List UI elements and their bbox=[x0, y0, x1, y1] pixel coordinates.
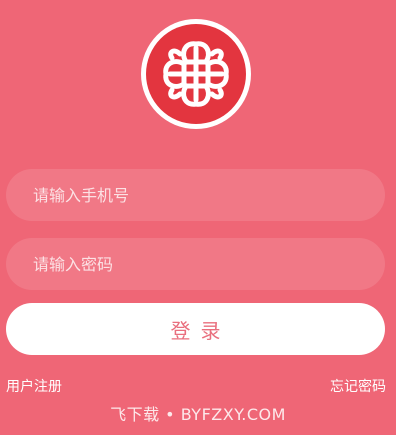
register-link[interactable]: 用户注册 bbox=[6, 376, 62, 396]
watermark-text: 飞下载 • BYFZXY.COM bbox=[110, 405, 286, 424]
app-logo bbox=[140, 18, 252, 130]
phone-input[interactable] bbox=[33, 185, 385, 205]
ornamental-knot-emblem-icon bbox=[141, 19, 251, 129]
password-input[interactable] bbox=[33, 254, 385, 274]
forgot-password-link[interactable]: 忘记密码 bbox=[330, 376, 386, 396]
login-button[interactable]: 登录 bbox=[6, 303, 385, 355]
password-field[interactable] bbox=[6, 238, 385, 290]
phone-field[interactable] bbox=[6, 169, 385, 221]
